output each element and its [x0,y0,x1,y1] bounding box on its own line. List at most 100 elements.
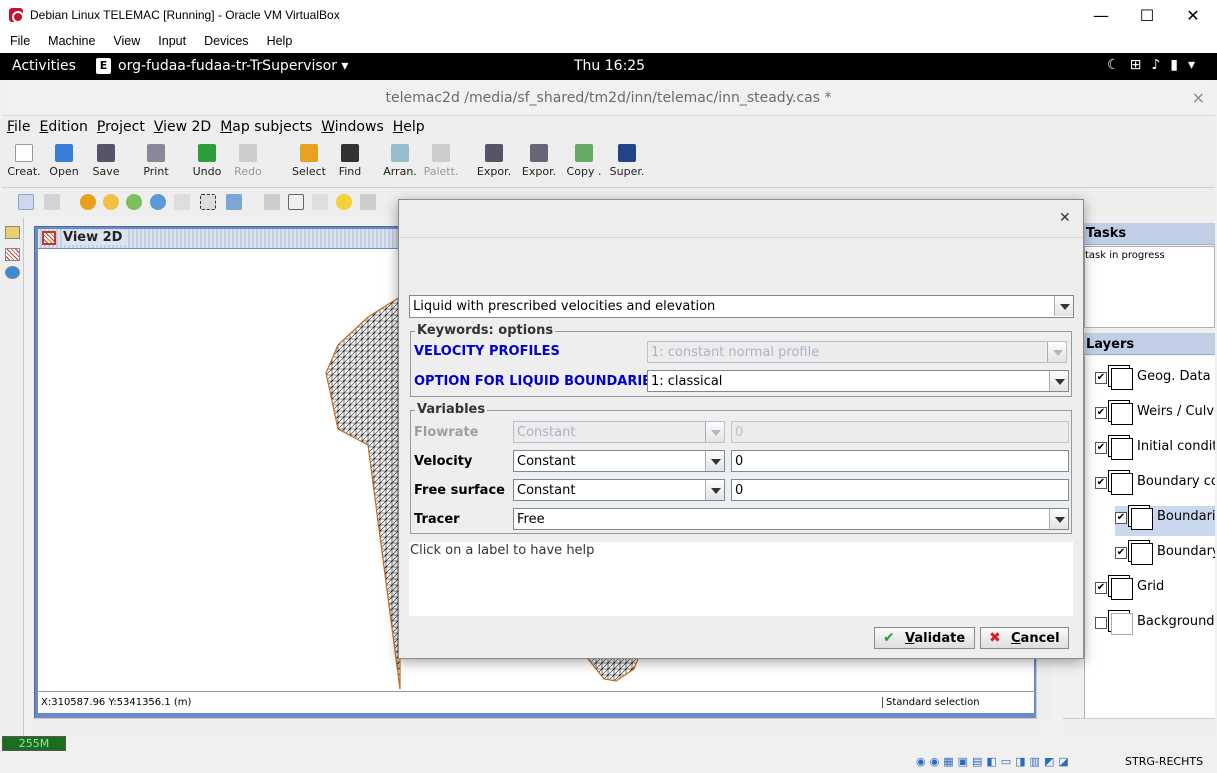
boundary-type-select[interactable]: Liquid with prescribed velocities and el… [409,295,1074,318]
select-button[interactable]: Select [287,144,331,178]
cancel-button[interactable]: ✖ Cancel [980,627,1069,649]
layer-checkbox[interactable]: ✔ [1095,582,1107,594]
save-button[interactable]: Save [84,144,128,178]
zoom-in-icon[interactable] [126,194,142,210]
menu-windows[interactable]: Windows [321,119,384,135]
table-icon[interactable] [288,194,304,210]
export-button-2[interactable]: Expor. [517,144,561,178]
velocity-label[interactable]: Velocity [414,454,472,469]
menu-view-2d[interactable]: View 2D [154,119,211,135]
flowrate-value-input[interactable]: 0 [731,421,1069,443]
minimize-button[interactable]: — [1078,2,1124,30]
export-button-1[interactable]: Expor. [472,144,516,178]
layers-horizontal-scrollbar[interactable] [1063,718,1215,734]
liquid-boundaries-label[interactable]: OPTION FOR LIQUID BOUNDARIES [414,374,660,389]
tasks-panel-header[interactable]: Tasks [1084,223,1215,245]
app-menu-icon[interactable]: E [96,58,111,74]
velocity-type-select[interactable]: Constant [513,450,725,472]
host-menu-file[interactable]: File [10,31,30,48]
grid-strip-icon[interactable] [5,248,20,261]
app-menu-button[interactable]: org-fudaa-fudaa-tr-TrSupervisor ▾ [118,58,348,74]
view2d-horizontal-scrollbar[interactable] [34,718,1038,734]
redo-button[interactable]: Redo [226,144,270,178]
close-button[interactable]: ✕ [1170,2,1216,30]
layer-checkbox[interactable]: ✔ [1095,477,1107,489]
host-menu-machine[interactable]: Machine [48,31,95,48]
tracer-type-select[interactable]: Free [513,508,1069,530]
layer-item[interactable]: ✔ Boundary [1115,541,1215,571]
restore-view-icon[interactable] [80,194,96,210]
node-select-tool-icon[interactable] [44,194,60,210]
host-menu-help[interactable]: Help [267,31,293,48]
validate-button[interactable]: ✔ Validate [874,627,975,649]
layer-item[interactable]: ✔ Geog. Data [1095,366,1215,396]
flowrate-type-select[interactable]: Constant [513,421,725,443]
menu-file[interactable]: File [7,119,30,135]
layer-tool-icon[interactable] [264,194,280,210]
activities-button[interactable]: Activities [12,58,76,74]
info-bulb-icon[interactable] [336,194,352,210]
layer-item[interactable]: Background [1095,611,1215,641]
globe-strip-icon[interactable] [5,266,20,279]
dialog-close-button[interactable]: ✕ [1059,210,1071,226]
print-button[interactable]: Print [134,144,178,178]
arrange-windows-icon [391,144,409,162]
host-menu-devices[interactable]: Devices [204,31,248,48]
arrange-button[interactable]: Arran. [378,144,422,178]
menu-help[interactable]: Help [393,119,425,135]
copy-button[interactable]: Copy . [562,144,606,178]
layer-item[interactable]: ✔Initial conditions [1095,436,1215,466]
vbox-device-icons[interactable]: ◉◉▦▣▤◧▭◨▥◩◪ [916,755,1073,768]
tracer-label[interactable]: Tracer [414,512,460,527]
app-title-bar: telemac2d /media/sf_shared/tm2d/inn/tele… [2,80,1215,116]
find-button[interactable]: Find [328,144,372,178]
tools-icon[interactable] [312,194,328,210]
fit-view-icon[interactable] [226,194,242,210]
velocity-profiles-select[interactable]: 1: constant normal profile [647,341,1067,363]
layer-checkbox[interactable]: ✔ [1095,372,1107,384]
layer-item[interactable]: ✔ Grid [1095,576,1215,606]
free-surface-type-select[interactable]: Constant [513,479,725,501]
layer-checkbox[interactable]: ✔ [1095,442,1107,454]
memory-indicator[interactable]: 255M [2,736,66,751]
layers-panel-header[interactable]: Layers [1084,333,1215,355]
pan-hand-icon[interactable] [174,194,190,210]
palette-button[interactable]: Palett. [419,144,463,178]
zoom-icon[interactable] [103,194,119,210]
menu-map-subjects[interactable]: Map subjects [220,119,312,135]
supervisor-button[interactable]: Super. [605,144,649,178]
volume-icon: ♪ [1151,57,1171,73]
velocity-value-input[interactable]: 0 [731,450,1069,472]
app-close-button[interactable]: × [1192,88,1205,107]
select-icon [300,144,318,162]
host-menu-input[interactable]: Input [158,31,186,48]
layer-item[interactable]: ✔Boundary conditions [1095,471,1215,501]
zoom-out-icon[interactable] [150,194,166,210]
layer-checkbox[interactable]: ✔ [1115,512,1127,524]
pointer-tool-icon[interactable] [18,194,34,210]
free-surface-value-input[interactable]: 0 [731,479,1069,501]
layer-checkbox[interactable]: ✔ [1095,407,1107,419]
layer-checkbox[interactable] [1095,617,1107,629]
menu-project[interactable]: Project [97,119,145,135]
open-button[interactable]: Open [42,144,86,178]
undo-button[interactable]: Undo [185,144,229,178]
layer-checkbox[interactable]: ✔ [1115,547,1127,559]
export-icon [485,144,503,162]
menu-edition[interactable]: Edition [39,119,87,135]
flowrate-label[interactable]: Flowrate [414,425,479,440]
system-tray[interactable]: ☾⊞♪▮▾ [1107,57,1205,73]
zoom-box-icon[interactable] [200,194,216,210]
layer-item-selected[interactable]: ✔Boundaries [1115,506,1215,536]
maximize-button[interactable]: ☐ [1124,2,1170,30]
host-menu-view[interactable]: View [113,31,140,48]
boundary-condition-dialog: ✕ Liquid with prescribed velocities and … [398,199,1084,659]
liquid-boundaries-select[interactable]: 1: classical [647,370,1069,392]
velocity-profiles-label[interactable]: VELOCITY PROFILES [414,344,560,359]
create-button[interactable]: Creat. [2,144,46,178]
layer-item[interactable]: ✔Weirs / Culverts [1095,401,1215,431]
palette-strip-icon[interactable] [5,226,20,239]
free-surface-label[interactable]: Free surface [414,483,505,498]
clock[interactable]: Thu 16:25 [574,58,645,74]
document-icon[interactable] [360,194,376,210]
